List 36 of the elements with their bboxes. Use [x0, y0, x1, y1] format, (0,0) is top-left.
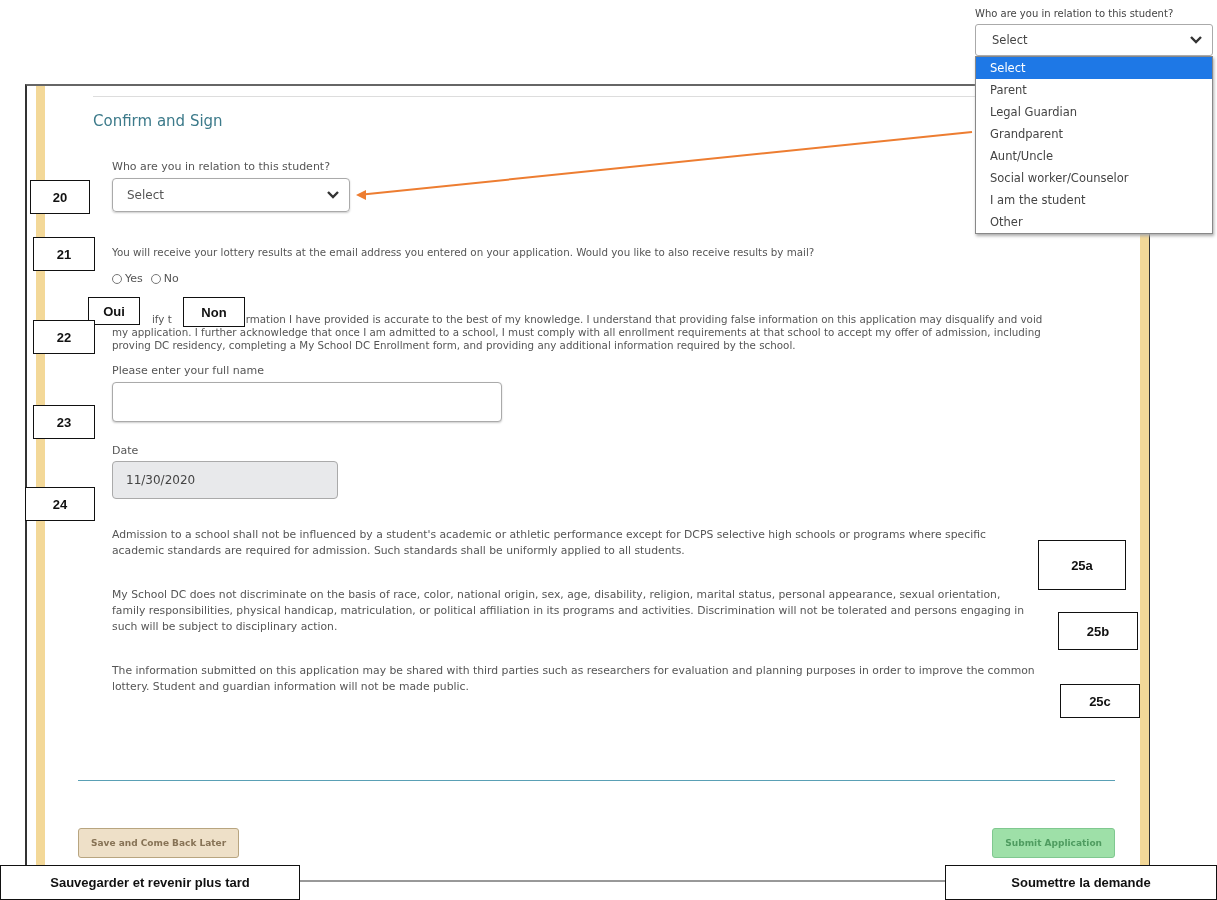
- dropdown-option[interactable]: Parent: [976, 79, 1212, 101]
- field-label: Who are you in relation to this student?: [112, 160, 331, 173]
- notice-text: The information submitted on this application may be shared with third parties such as researchers for evaluation and planning purposes in order to improve the common lottery. Student and guardian information will not be made public.: [112, 663, 1036, 695]
- relation-dropdown[interactable]: Select: [112, 178, 350, 212]
- callout-label: Soumettre la demande: [945, 865, 1217, 900]
- relation-dropdown[interactable]: Select: [975, 24, 1213, 56]
- dropdown-option[interactable]: I am the student: [976, 189, 1212, 211]
- section-heading: Confirm and Sign: [93, 112, 223, 130]
- radio-option[interactable]: No: [150, 272, 179, 285]
- callout-label: Sauvegarder et revenir plus tard: [0, 865, 300, 900]
- dropdown-option[interactable]: Other: [976, 211, 1212, 233]
- radio-option[interactable]: Yes: [112, 272, 143, 285]
- field-label: Please enter your full name: [112, 364, 265, 377]
- dropdown-option[interactable]: Grandparent: [976, 123, 1212, 145]
- callout-label: 21: [33, 237, 95, 271]
- field-label: Date: [112, 444, 140, 457]
- callout-label: 25a: [1038, 540, 1126, 590]
- notice-text: Admission to a school shall not be influenced by a student's academic or athletic performance except for DCPS selective high schools or programs where specific academic standards are required for admission. Such standards shall be uniformly applied to all students.: [112, 527, 987, 559]
- dropdown-option[interactable]: Select: [976, 57, 1212, 79]
- dropdown-option[interactable]: Aunt/Uncle: [976, 145, 1212, 167]
- callout-label: Non: [183, 297, 245, 327]
- callout-label: 22: [33, 320, 95, 354]
- dropdown-option[interactable]: Social worker/Counselor: [976, 167, 1212, 189]
- full-name-input[interactable]: [112, 382, 502, 422]
- callout-label: 24: [25, 487, 95, 521]
- field-label: Who are you in relation to this student?: [975, 8, 1175, 19]
- chevron-down-icon: [327, 191, 339, 199]
- chevron-down-icon: [1190, 36, 1202, 44]
- callout-label: 23: [33, 405, 95, 439]
- save-button[interactable]: Save and Come Back Later: [78, 828, 240, 858]
- callout-label: 25c: [1060, 684, 1140, 718]
- dropdown-option[interactable]: Legal Guardian: [976, 101, 1212, 123]
- notice-text: My School DC does not discriminate on the basis of race, color, national origin, sex, age, disability, religion, marital status, personal appearance, sexual orientation, family responsibilities, physical handicap, matriculation, or political affiliation in its programs and activities. Discrimination will not be tolerated and persons engaging in such will be subject to disciplinary action.: [112, 587, 1026, 635]
- question-text: You will receive your lottery results at the email address you entered on your application. Would you like to also receive results by mail?: [112, 246, 816, 258]
- callout-label: 25b: [1058, 612, 1138, 650]
- callout-label: 20: [30, 180, 90, 214]
